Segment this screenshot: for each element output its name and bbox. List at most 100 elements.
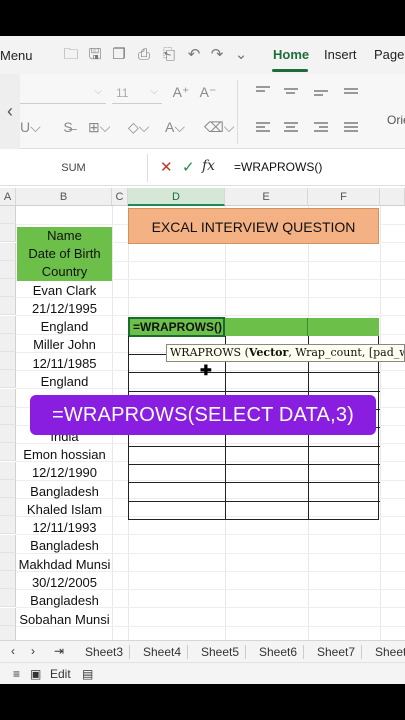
cell-b[interactable]: Khaled Islam xyxy=(17,501,112,519)
row-header[interactable] xyxy=(0,443,16,461)
tab-page[interactable]: Page xyxy=(374,47,404,62)
wrap-text-icon[interactable] xyxy=(344,88,358,100)
row-header[interactable] xyxy=(0,480,16,498)
active-cell[interactable]: =WRAPROWS() xyxy=(128,317,225,337)
sheet-tab[interactable]: Sheet5 xyxy=(201,645,239,659)
row-header[interactable] xyxy=(0,297,16,315)
formula-input[interactable]: =WRAPROWS() xyxy=(234,160,322,174)
row-header[interactable] xyxy=(0,608,16,626)
row-header[interactable] xyxy=(0,516,16,534)
eraser-icon[interactable]: ⌫⌵ xyxy=(204,119,234,136)
sheet-tab[interactable]: Sheet7 xyxy=(317,645,355,659)
align-center-icon[interactable] xyxy=(284,122,298,134)
row-header[interactable] xyxy=(0,370,16,388)
cell-b[interactable]: Miller John xyxy=(17,336,112,354)
sheet-tab[interactable]: Sheet6 xyxy=(259,645,297,659)
tooltip-arg-vector[interactable]: Vector xyxy=(249,346,288,359)
align-bottom-icon[interactable] xyxy=(314,90,328,102)
row-header[interactable] xyxy=(0,589,16,607)
confirm-icon[interactable]: ✓ xyxy=(182,158,195,176)
strikethrough-icon[interactable]: S̶ xyxy=(58,119,78,135)
prev-sheet-icon[interactable]: ‹ xyxy=(11,644,15,658)
row-header[interactable] xyxy=(0,462,16,480)
insert-function-icon[interactable]: fx xyxy=(202,158,215,174)
cell-b-dob[interactable]: Date of Birth xyxy=(17,245,112,263)
macro-record-icon[interactable]: ▣ xyxy=(30,667,41,681)
column-header-E[interactable]: E xyxy=(225,188,308,206)
align-right-icon[interactable] xyxy=(314,122,328,134)
cell-b[interactable]: Emon hossian xyxy=(17,446,112,464)
row-header[interactable] xyxy=(0,206,16,224)
row-header[interactable] xyxy=(0,224,16,242)
fill-color-icon[interactable]: ◇⌵ xyxy=(128,119,149,136)
column-header-F[interactable]: F xyxy=(308,188,380,206)
chevron-down-icon[interactable]: ⌄ xyxy=(232,46,250,64)
increase-font-icon[interactable]: A⁺ xyxy=(171,84,191,101)
redo-icon[interactable]: ↷ xyxy=(208,46,226,64)
decrease-font-icon[interactable]: A⁻ xyxy=(198,84,218,101)
row-header[interactable] xyxy=(0,425,16,443)
cell-b[interactable]: Bangladesh xyxy=(17,592,112,610)
borders-icon[interactable]: ⊞⌵ xyxy=(88,119,110,136)
copy-icon[interactable]: ❐ xyxy=(110,46,128,64)
sheet-tab[interactable]: Sheet4 xyxy=(143,645,181,659)
sheet-tab[interactable]: Sheet3 xyxy=(85,645,123,659)
column-header-A[interactable]: A xyxy=(0,188,16,206)
ribbon-scroll-left-icon[interactable]: ‹ xyxy=(0,74,20,149)
row-header[interactable] xyxy=(0,553,16,571)
column-header-B[interactable]: B xyxy=(16,188,112,206)
cell-b[interactable]: 21/12/1995 xyxy=(17,300,112,318)
justify-icon[interactable] xyxy=(344,122,358,134)
cell-b-name[interactable]: Name xyxy=(17,227,112,245)
row-header[interactable] xyxy=(0,389,16,407)
row-header[interactable] xyxy=(0,498,16,516)
cancel-icon[interactable]: ✕ xyxy=(160,158,173,176)
cell-b[interactable]: Sobahan Munsi xyxy=(17,611,112,629)
font-color-icon[interactable]: A⌵ xyxy=(165,119,185,136)
align-middle-icon[interactable] xyxy=(284,88,298,100)
cell-b[interactable]: England xyxy=(17,373,112,391)
cell-b-country[interactable]: Country xyxy=(17,263,112,281)
row-header[interactable] xyxy=(0,279,16,297)
menu-button[interactable]: Menu xyxy=(0,44,33,66)
align-top-icon[interactable] xyxy=(256,86,270,98)
title-cell[interactable]: EXCAL INTERVIEW QUESTION xyxy=(128,208,379,244)
tab-home[interactable]: Home xyxy=(273,47,309,62)
save-icon[interactable]: 🖫 xyxy=(86,46,104,64)
sheet-list-icon[interactable]: ≡ xyxy=(13,667,20,681)
last-sheet-icon[interactable]: ⇥ xyxy=(54,644,64,658)
cell-b[interactable]: 12/11/1993 xyxy=(17,519,112,537)
cell-b[interactable]: Bangladesh xyxy=(17,483,112,501)
print-icon[interactable]: ⎙ xyxy=(135,46,153,64)
row-header[interactable] xyxy=(0,334,16,352)
print-preview-icon[interactable]: ⎗ xyxy=(160,46,178,64)
cell-b[interactable]: 30/12/2005 xyxy=(17,574,112,592)
row-header[interactable] xyxy=(0,535,16,553)
cell-b[interactable]: 12/11/1985 xyxy=(17,355,112,373)
row-header[interactable] xyxy=(0,407,16,425)
cell-b[interactable]: Evan Clark xyxy=(17,282,112,300)
cell-b[interactable]: 12/12/1990 xyxy=(17,464,112,482)
accessibility-icon[interactable]: ▤ xyxy=(82,667,93,681)
undo-icon[interactable]: ↶ xyxy=(185,46,203,64)
align-left-icon[interactable] xyxy=(256,122,270,134)
next-sheet-icon[interactable]: › xyxy=(31,644,35,658)
row-header[interactable] xyxy=(0,316,16,334)
cell-b[interactable]: England xyxy=(17,318,112,336)
column-header-C[interactable]: C xyxy=(112,188,128,206)
name-box[interactable]: SUM xyxy=(0,154,148,182)
font-name-select[interactable]: ⌵ xyxy=(20,82,106,104)
column-header-D[interactable]: D xyxy=(128,188,225,206)
sheet-tab[interactable]: Sheet8 xyxy=(375,645,405,659)
orientation-label[interactable]: Orie xyxy=(387,113,405,127)
cell-b[interactable]: Makhdad Munsi xyxy=(17,556,112,574)
row-header[interactable] xyxy=(0,352,16,370)
row-header[interactable] xyxy=(0,243,16,261)
font-size-select[interactable]: 11 ⌵ xyxy=(112,82,162,104)
column-header-G[interactable] xyxy=(380,188,405,206)
row-header[interactable] xyxy=(0,571,16,589)
folder-icon[interactable]: 🗀 xyxy=(62,46,80,64)
cell-b[interactable]: Bangladesh xyxy=(17,537,112,555)
tab-insert[interactable]: Insert xyxy=(324,47,357,62)
underline-icon[interactable]: U⌵ xyxy=(20,119,41,136)
